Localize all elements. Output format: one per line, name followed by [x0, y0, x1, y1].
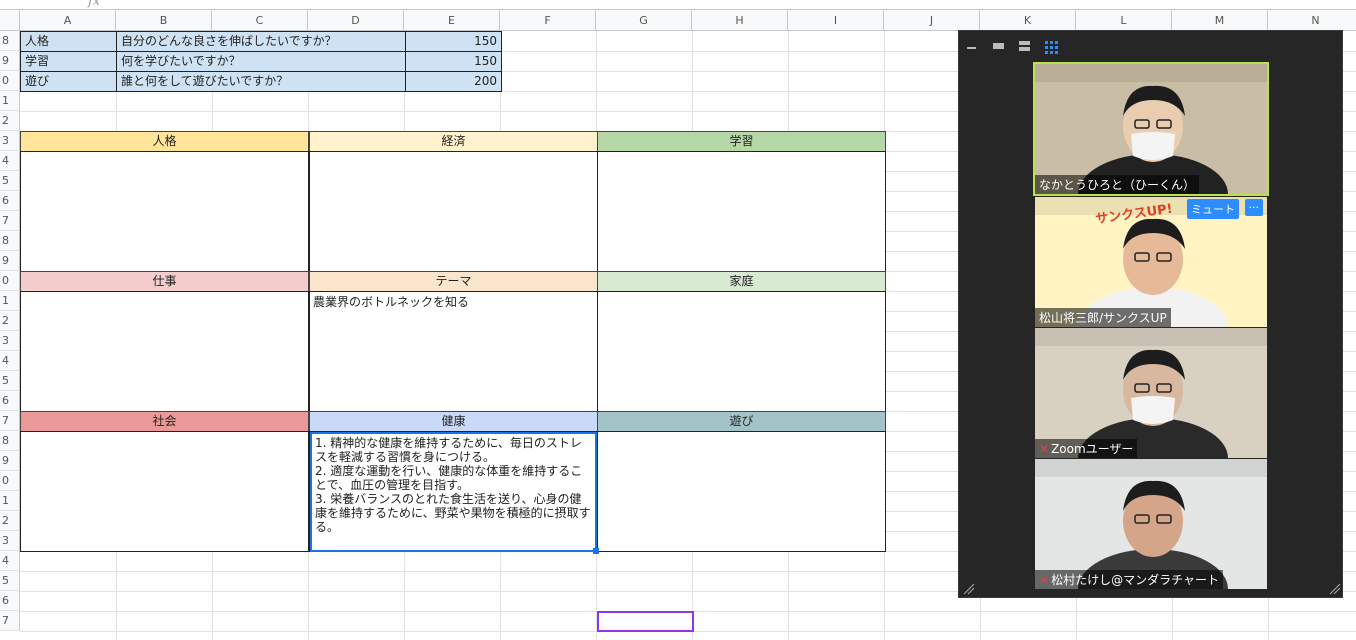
participant-name-label: なかとうひろと（ひーくん）: [1039, 178, 1196, 192]
column-header-e[interactable]: E: [404, 10, 500, 31]
participant-tile[interactable]: ✕ Zoomユーザー: [1035, 328, 1267, 458]
value-cell[interactable]: 200: [405, 71, 502, 92]
value-cell[interactable]: 150: [405, 31, 502, 52]
row-header[interactable]: 6: [0, 591, 20, 611]
column-header-l[interactable]: L: [1076, 10, 1172, 31]
mandala-header-0-0[interactable]: 人格: [20, 131, 309, 152]
mandala-header-1-0[interactable]: 仕事: [20, 271, 309, 292]
row-header[interactable]: 8: [0, 31, 20, 51]
participant-name: ✕ Zoomユーザー: [1035, 439, 1138, 458]
participant-name: ✕ 松村たけし@マンダラチャート: [1035, 570, 1223, 589]
fx-icon: fx: [88, 0, 101, 9]
participant-tile[interactable]: ✕ 松村たけし@マンダラチャート: [1035, 459, 1267, 589]
row-header[interactable]: 1: [0, 291, 20, 311]
row-header[interactable]: 6: [0, 191, 20, 211]
participant-name-label: 松山将三郎/サンクスUP: [1039, 311, 1167, 325]
fill-handle[interactable]: [593, 548, 599, 554]
column-header-m[interactable]: M: [1172, 10, 1268, 31]
row-header[interactable]: 1: [0, 491, 20, 511]
minimize-icon[interactable]: [967, 41, 977, 54]
resize-handle-icon[interactable]: [1329, 583, 1341, 598]
mandala-header-1-2[interactable]: 家庭: [597, 271, 886, 292]
mandala-body-2-2[interactable]: [597, 431, 886, 552]
row-header[interactable]: 8: [0, 431, 20, 451]
row-header[interactable]: 8: [0, 231, 20, 251]
mandala-body-1-0[interactable]: [20, 291, 309, 412]
row-header[interactable]: 4: [0, 151, 20, 171]
row-header[interactable]: 2: [0, 311, 20, 331]
row-header[interactable]: 5: [0, 371, 20, 391]
participant-name: 松山将三郎/サンクスUP: [1035, 308, 1171, 327]
strip-view-icon[interactable]: [1019, 41, 1031, 54]
column-header-f[interactable]: F: [500, 10, 596, 31]
participant-name: なかとうひろと（ひーくん）: [1035, 175, 1200, 194]
row-header[interactable]: 7: [0, 411, 20, 431]
muted-mic-icon: ✕: [1039, 442, 1050, 456]
mandala-body-1-2[interactable]: [597, 291, 886, 412]
row-header[interactable]: 7: [0, 611, 20, 631]
column-header-d[interactable]: D: [308, 10, 404, 31]
collaborator-selection: [597, 611, 694, 632]
column-header-a[interactable]: A: [20, 10, 116, 31]
row-header[interactable]: 0: [0, 471, 20, 491]
more-options-button[interactable]: ···: [1244, 199, 1263, 216]
question-cell[interactable]: 自分のどんな良さを伸ばしたいですか？: [116, 31, 406, 52]
row-header[interactable]: 2: [0, 511, 20, 531]
question-cell[interactable]: 何を学びたいですか？: [116, 51, 406, 72]
mandala-header-1-1[interactable]: テーマ: [309, 271, 598, 292]
row-header[interactable]: 5: [0, 171, 20, 191]
mandala-header-2-0[interactable]: 社会: [20, 411, 309, 432]
theme-cell-text[interactable]: 農業界のボトルネックを知る: [310, 293, 597, 411]
mandala-header-0-2[interactable]: 学習: [597, 131, 886, 152]
row-header[interactable]: 9: [0, 451, 20, 471]
row-header[interactable]: 5: [0, 571, 20, 591]
mandala-body-0-0[interactable]: [20, 151, 309, 272]
formula-bar[interactable]: fx: [0, 0, 1356, 10]
row-header[interactable]: 0: [0, 71, 20, 91]
participant-name-label: 松村たけし@マンダラチャート: [1051, 573, 1219, 587]
mandala-body-0-1[interactable]: [309, 151, 598, 272]
mandala-body-0-2[interactable]: [597, 151, 886, 272]
column-header-h[interactable]: H: [692, 10, 788, 31]
column-header-j[interactable]: J: [884, 10, 980, 31]
column-header-b[interactable]: B: [116, 10, 212, 31]
column-header-c[interactable]: C: [212, 10, 308, 31]
row-header[interactable]: 3: [0, 331, 20, 351]
column-header-n[interactable]: N: [1268, 10, 1356, 31]
row-header[interactable]: 0: [0, 271, 20, 291]
category-cell[interactable]: 遊び: [20, 71, 117, 92]
row-header[interactable]: 3: [0, 131, 20, 151]
zoom-gallery-window[interactable]: なかとうひろと（ひーくん） サンクスUP! ミュート ··· 松山将三郎/サンクスUP…: [958, 30, 1343, 598]
row-header[interactable]: 2: [0, 111, 20, 131]
row-header[interactable]: 1: [0, 91, 20, 111]
value-cell[interactable]: 150: [405, 51, 502, 72]
gallery-view-icon[interactable]: [1045, 41, 1058, 57]
row-header[interactable]: 9: [0, 51, 20, 71]
resize-handle-icon[interactable]: [963, 583, 975, 598]
category-cell[interactable]: 人格: [20, 31, 117, 52]
mandala-body-2-0[interactable]: [20, 431, 309, 552]
single-view-icon[interactable]: [993, 41, 1005, 54]
row-header[interactable]: 9: [0, 251, 20, 271]
row-header[interactable]: 4: [0, 351, 20, 371]
column-header-i[interactable]: I: [788, 10, 884, 31]
mandala-header-2-2[interactable]: 遊び: [597, 411, 886, 432]
category-cell[interactable]: 学習: [20, 51, 117, 72]
row-header[interactable]: 7: [0, 211, 20, 231]
health-cell-text[interactable]: 1. 精神的な健康を維持するために、毎日のストレスを軽減する習慣を身につける。 …: [310, 432, 597, 552]
muted-mic-icon: ✕: [1039, 573, 1050, 587]
column-header-k[interactable]: K: [980, 10, 1076, 31]
question-cell[interactable]: 誰と何をして遊びたいですか？: [116, 71, 406, 92]
row-header[interactable]: 3: [0, 531, 20, 551]
column-header-g[interactable]: G: [596, 10, 692, 31]
mandala-header-2-1[interactable]: 健康: [309, 411, 598, 432]
select-all-corner[interactable]: [0, 10, 20, 31]
mute-button[interactable]: ミュート: [1187, 199, 1239, 219]
participant-tile[interactable]: サンクスUP! ミュート ··· 松山将三郎/サンクスUP: [1035, 197, 1267, 327]
mandala-header-0-1[interactable]: 経済: [309, 131, 598, 152]
row-header[interactable]: 6: [0, 391, 20, 411]
participant-tile[interactable]: なかとうひろと（ひーくん）: [1033, 62, 1269, 196]
participant-name-label: Zoomユーザー: [1051, 442, 1134, 456]
row-header[interactable]: 4: [0, 551, 20, 571]
